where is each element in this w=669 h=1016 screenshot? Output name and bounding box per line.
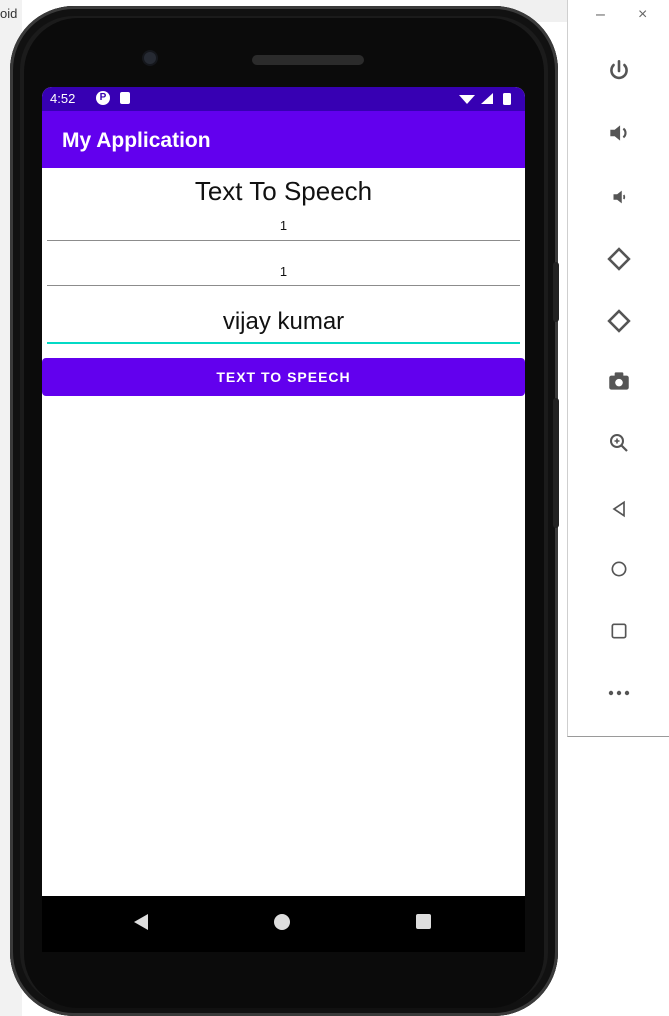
rotate-right-icon[interactable] [602, 304, 636, 338]
heading-text: Text To Speech [194, 176, 373, 206]
panel-window-controls: – × [568, 0, 669, 40]
nav-recents-icon[interactable] [416, 914, 431, 929]
text-field-1-underline [47, 240, 520, 241]
home-icon[interactable] [602, 552, 636, 586]
status-bar: 4:52 P [42, 87, 525, 111]
text-field-3-value: vijay kumar [222, 308, 345, 335]
status-p-icon: P [96, 91, 110, 105]
zoom-icon[interactable] [602, 426, 636, 460]
back-icon[interactable] [602, 492, 636, 526]
sd-card-icon [120, 92, 130, 104]
app-title: My Application [62, 129, 211, 152]
text-field-3[interactable]: vijay kumar [47, 308, 520, 336]
more-icon[interactable] [602, 676, 636, 710]
power-icon[interactable] [602, 54, 636, 88]
app-bar: My Application [42, 111, 525, 168]
navigation-bar [42, 896, 525, 952]
volume-down-icon[interactable] [602, 180, 636, 214]
text-to-speech-button[interactable]: TEXT TO SPEECH [42, 358, 525, 396]
nav-back-icon[interactable] [134, 914, 148, 930]
nav-home-icon[interactable] [274, 914, 290, 930]
text-field-2-underline [47, 285, 520, 286]
text-field-3-underline [47, 342, 520, 344]
text-field-1[interactable]: 1 [47, 218, 520, 233]
earpiece-speaker [252, 55, 364, 65]
text-field-2-value: 1 [279, 264, 288, 279]
rotate-left-icon[interactable] [602, 242, 636, 276]
emulator-toolbar: – × [567, 0, 669, 737]
volume-up-icon[interactable] [602, 116, 636, 150]
front-camera [144, 52, 156, 64]
minimize-button[interactable]: – [596, 6, 605, 24]
volume-rocker [553, 262, 559, 322]
close-button[interactable]: × [638, 6, 647, 24]
status-signal-battery [457, 91, 517, 107]
side-button [553, 398, 559, 528]
overview-icon[interactable] [602, 614, 636, 648]
host-window-text: oid [0, 6, 18, 21]
text-field-2[interactable]: 1 [47, 264, 520, 279]
status-time: 4:52 [50, 91, 76, 106]
device-screen: 4:52 P My Application Text To Speech 1 1… [42, 87, 525, 896]
camera-icon[interactable] [602, 364, 636, 398]
text-field-1-value: 1 [279, 218, 288, 233]
